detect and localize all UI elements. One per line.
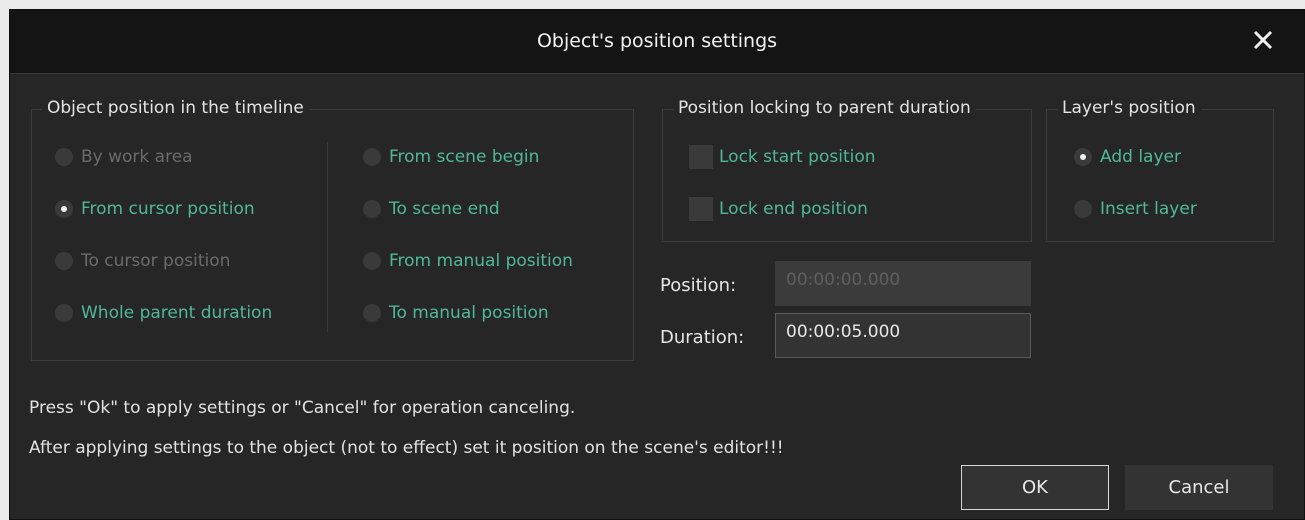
radio-label: To cursor position xyxy=(81,251,231,271)
duration-label: Duration: xyxy=(660,327,745,348)
radio-label: By work area xyxy=(81,147,193,167)
radio-from-manual-position[interactable]: From manual position xyxy=(363,249,573,273)
radio-button[interactable] xyxy=(55,148,73,166)
checkbox-label: Lock end position xyxy=(719,199,868,219)
radio-button[interactable] xyxy=(363,148,381,166)
radio-to-manual-position[interactable]: To manual position xyxy=(363,301,549,325)
checkbox-label: Lock start position xyxy=(719,147,876,167)
radio-label: From manual position xyxy=(389,251,573,271)
radio-button[interactable] xyxy=(55,252,73,270)
title-bar: Object's position settings xyxy=(10,10,1304,74)
radio-whole-parent-duration[interactable]: Whole parent duration xyxy=(55,301,272,325)
position-locking-group: Position locking to parent duration Lock… xyxy=(662,98,1032,242)
close-icon[interactable] xyxy=(1250,27,1276,53)
radio-button[interactable] xyxy=(55,304,73,322)
radio-label: Whole parent duration xyxy=(81,303,273,323)
checkbox[interactable] xyxy=(689,197,713,221)
layer-group-title: Layer's position xyxy=(1057,98,1201,118)
instruction-text: Press "Ok" to apply settings or "Cancel"… xyxy=(29,398,576,418)
radio-label: From scene begin xyxy=(389,147,540,167)
radio-button[interactable] xyxy=(363,252,381,270)
locking-group-title: Position locking to parent duration xyxy=(673,98,976,118)
timeline-group-title: Object position in the timeline xyxy=(42,98,309,118)
dialog-title: Object's position settings xyxy=(536,30,778,52)
cancel-button[interactable]: Cancel xyxy=(1125,465,1273,510)
radio-button[interactable] xyxy=(55,200,73,218)
radio-from-cursor-position[interactable]: From cursor position xyxy=(55,197,255,221)
radio-to-scene-end[interactable]: To scene end xyxy=(363,197,500,221)
radio-from-scene-begin[interactable]: From scene begin xyxy=(363,145,539,169)
position-label: Position: xyxy=(660,275,737,296)
radio-insert-layer[interactable]: Insert layer xyxy=(1074,197,1197,221)
radio-to-cursor-position[interactable]: To cursor position xyxy=(55,249,230,273)
radio-button[interactable] xyxy=(1074,200,1092,218)
radio-button[interactable] xyxy=(363,304,381,322)
duration-field[interactable]: 00:00:05.000 xyxy=(775,313,1031,358)
radio-label: From cursor position xyxy=(81,199,255,219)
radio-label: Insert layer xyxy=(1100,199,1197,219)
warning-text: After applying settings to the object (n… xyxy=(29,438,784,458)
radio-by-work-area[interactable]: By work area xyxy=(55,145,193,169)
radio-label: To scene end xyxy=(389,199,500,219)
checkbox-lock-end-position[interactable]: Lock end position xyxy=(689,197,868,221)
checkbox-lock-start-position[interactable]: Lock start position xyxy=(689,145,876,169)
radio-label: To manual position xyxy=(389,303,549,323)
radio-label: Add layer xyxy=(1100,147,1181,167)
position-field[interactable]: 00:00:00.000 xyxy=(775,261,1031,306)
timeline-position-group: Object position in the timeline By work … xyxy=(31,98,634,361)
ok-button[interactable]: OK xyxy=(961,465,1109,510)
column-divider xyxy=(327,142,328,332)
radio-button[interactable] xyxy=(1074,148,1092,166)
radio-add-layer[interactable]: Add layer xyxy=(1074,145,1181,169)
radio-button[interactable] xyxy=(363,200,381,218)
checkbox[interactable] xyxy=(689,145,713,169)
position-settings-dialog: Object's position settings Object positi… xyxy=(9,9,1305,520)
layer-position-group: Layer's position Add layer Insert layer xyxy=(1046,98,1274,242)
